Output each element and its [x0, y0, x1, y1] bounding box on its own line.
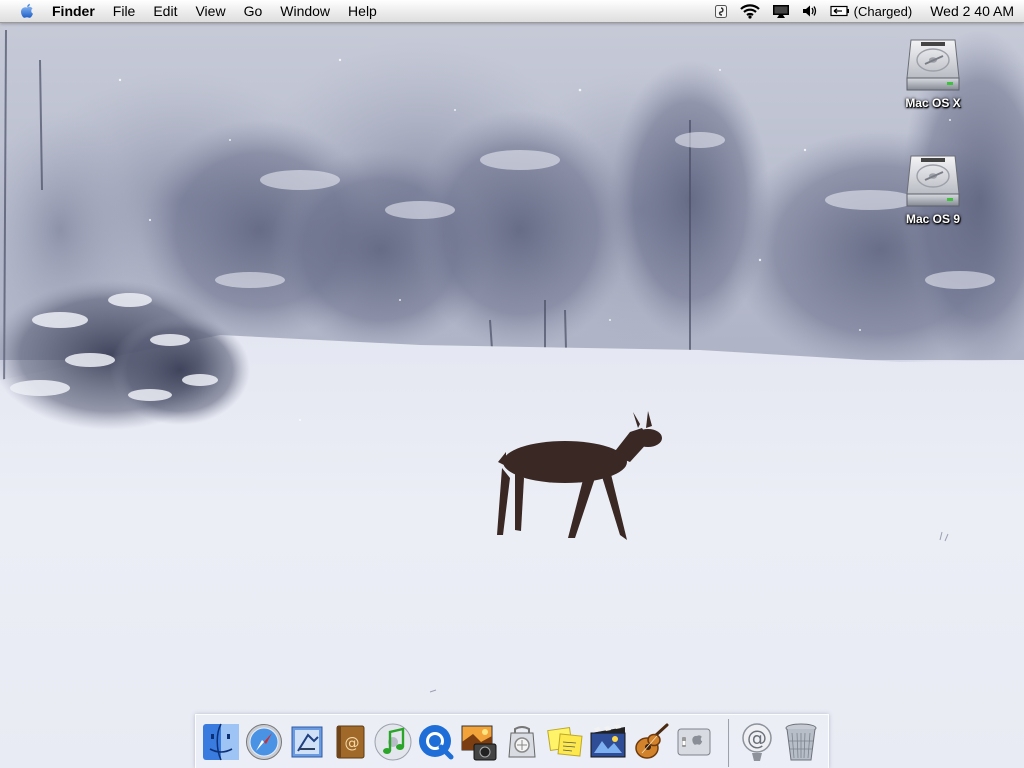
battery-menu[interactable]: (Charged): [824, 0, 919, 22]
menu-clock[interactable]: Wed 2 40 AM: [918, 3, 1014, 19]
dock-item-iphoto[interactable]: [458, 720, 500, 764]
apple-icon: [21, 3, 33, 18]
imovie-icon: [590, 724, 626, 758]
system-preferences-icon: [677, 728, 711, 756]
svg-text:@: @: [345, 734, 360, 752]
script-menu[interactable]: [708, 0, 734, 22]
hard-drive-icon: [906, 155, 960, 207]
dock-item-garageband[interactable]: [630, 720, 672, 764]
display-icon: [772, 4, 789, 18]
stickies-icon: [547, 727, 583, 757]
menu-view[interactable]: View: [186, 0, 234, 22]
desktop-icon-label: Mac OS 9: [905, 212, 961, 226]
desktop-icon-mac-os-x[interactable]: Mac OS X: [888, 34, 978, 110]
apple-menu[interactable]: [12, 0, 42, 22]
battery-icon: [830, 5, 849, 17]
dock-item-system-preferences[interactable]: [673, 720, 715, 764]
menu-window[interactable]: Window: [271, 0, 339, 22]
dock-item-internet[interactable]: @: [736, 720, 778, 764]
display-menu[interactable]: [766, 0, 796, 22]
dock-item-trash[interactable]: [780, 720, 822, 764]
desktop-screen: Finder File Edit View Go Window Help (Ch…: [0, 0, 1024, 768]
trash-icon: [785, 723, 817, 761]
hard-drive-icon: [906, 39, 960, 91]
menu-help[interactable]: Help: [339, 0, 386, 22]
dock-item-safari[interactable]: [243, 720, 285, 764]
preview-icon: [508, 726, 536, 758]
menu-go[interactable]: Go: [235, 0, 272, 22]
wifi-menu[interactable]: [734, 0, 766, 22]
menu-bar: Finder File Edit View Go Window Help (Ch…: [0, 0, 1024, 23]
menu-app-finder[interactable]: Finder: [42, 0, 104, 22]
itunes-icon: [374, 723, 412, 761]
menu-file[interactable]: File: [104, 0, 145, 22]
dock-item-quicktime[interactable]: [415, 720, 457, 764]
garageband-icon: [635, 723, 669, 759]
menu-edit[interactable]: Edit: [144, 0, 186, 22]
quicktime-icon: [419, 725, 454, 760]
desktop-icon-mac-os-9[interactable]: Mac OS 9: [888, 150, 978, 226]
script-menu-icon: [714, 4, 727, 18]
wifi-icon: [739, 4, 760, 19]
dock-item-finder[interactable]: [200, 720, 242, 764]
dock-item-mail[interactable]: [286, 720, 328, 764]
volume-menu[interactable]: [796, 0, 824, 22]
address-book-icon: @: [336, 725, 365, 759]
dock-item-preview[interactable]: [501, 720, 543, 764]
battery-status: (Charged): [853, 3, 913, 19]
desktop-wallpaper: [0, 0, 1024, 768]
svg-text:@: @: [747, 726, 767, 750]
safari-icon: [246, 724, 282, 760]
dock: @ @: [195, 714, 829, 768]
iphoto-icon: [461, 725, 497, 761]
dock-item-imovie[interactable]: [587, 720, 629, 764]
dock-item-address-book[interactable]: @: [329, 720, 371, 764]
dock-item-itunes[interactable]: [372, 720, 414, 764]
dock-divider: [728, 719, 730, 767]
mail-icon: [291, 726, 323, 758]
at-sign-icon: @: [742, 723, 772, 761]
volume-icon: [802, 5, 816, 17]
dock-item-stickies[interactable]: [544, 720, 586, 764]
desktop-icon-label: Mac OS X: [905, 96, 961, 110]
finder-icon: [203, 723, 239, 761]
